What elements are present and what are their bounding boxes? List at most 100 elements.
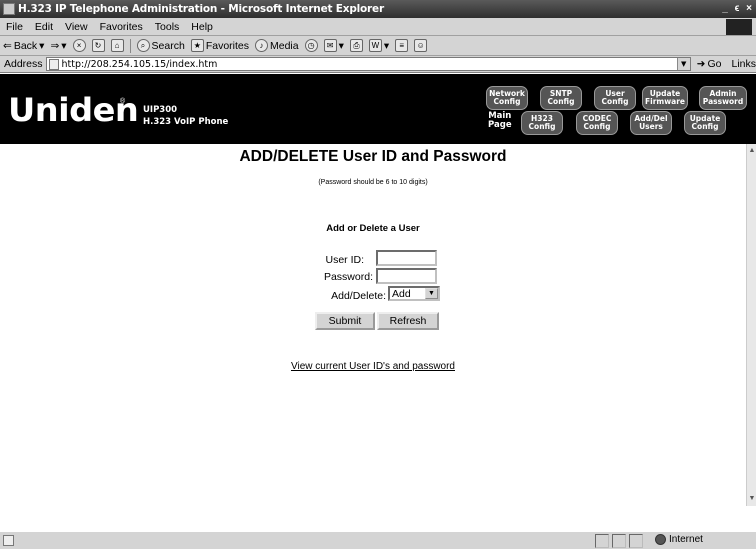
toolbar-separator xyxy=(129,38,131,53)
menu-help[interactable]: Help xyxy=(185,21,219,33)
model-number: UIP300 xyxy=(143,105,178,115)
forward-button[interactable]: ⇒ ▾ xyxy=(47,40,69,52)
go-arrow-icon: ➜ xyxy=(696,58,706,70)
restore-button[interactable]: ϵ xyxy=(732,2,742,15)
status-panel xyxy=(629,534,643,548)
mail-icon: ✉ xyxy=(323,39,337,52)
search-icon: ⌕ xyxy=(136,39,150,52)
refresh-icon: ↻ xyxy=(91,39,105,52)
password-note: (Password should be 6 to 10 digits) xyxy=(318,179,428,186)
window-titlebar: H.323 IP Telephone Administration - Micr… xyxy=(0,0,756,18)
back-label: Back xyxy=(13,39,38,52)
back-arrow-icon: ⇐ xyxy=(3,39,12,52)
chevron-down-icon: ▼ xyxy=(425,288,438,299)
discuss-icon: ≡ xyxy=(395,39,409,52)
links-button[interactable]: Links xyxy=(731,58,756,70)
print-button[interactable]: ⎙ xyxy=(347,39,366,52)
nav-sntp-config[interactable]: SNTP Config xyxy=(540,86,582,110)
close-button[interactable]: × xyxy=(744,2,754,15)
refresh-button[interactable]: Refresh xyxy=(377,312,439,330)
refresh-browser-button[interactable]: ↻ xyxy=(89,39,108,52)
model-info: UIP300 H.323 VoIP Phone xyxy=(143,104,228,128)
nav-codec-config[interactable]: CODEC Config xyxy=(576,111,618,135)
stop-icon: × xyxy=(72,39,86,52)
zone-label: Internet xyxy=(669,534,703,545)
menu-favorites[interactable]: Favorites xyxy=(94,21,149,33)
menu-view[interactable]: View xyxy=(59,21,94,33)
user-id-input[interactable] xyxy=(376,250,437,266)
mail-button[interactable]: ✉ ▾ xyxy=(321,39,347,52)
go-label: Go xyxy=(707,58,722,70)
address-bar: Address http://208.254.105.15/index.htm … xyxy=(0,56,756,73)
window-title: H.323 IP Telephone Administration - Micr… xyxy=(18,3,384,15)
browser-toolbar: ⇐ Back ▾ ⇒ ▾ × ↻ ⌂ ⌕ Search ★ Favorites … xyxy=(0,36,756,56)
page-title: ADD/DELETE User ID and Password xyxy=(239,148,507,165)
uniden-logo: Uniden xyxy=(8,91,139,129)
scroll-down-icon[interactable]: ▼ xyxy=(747,494,756,504)
nav-admin-password[interactable]: Admin Password xyxy=(699,86,747,110)
window-controls: _ ϵ × xyxy=(720,2,754,15)
user-id-label: User ID: xyxy=(325,254,364,266)
menu-bar: File Edit View Favorites Tools Help xyxy=(0,18,756,36)
nav-update-firmware[interactable]: Update Firmware xyxy=(642,86,688,110)
add-delete-label: Add/Delete: xyxy=(331,290,386,302)
add-delete-select[interactable]: Add ▼ xyxy=(388,286,440,301)
home-icon: ⌂ xyxy=(110,39,124,52)
status-bar: Internet xyxy=(0,531,756,549)
model-description: H.323 VoIP Phone xyxy=(143,117,229,127)
password-input[interactable] xyxy=(376,268,437,284)
messenger-icon: ☺ xyxy=(414,39,428,52)
page-content: ADD/DELETE User ID and Password (Passwor… xyxy=(0,144,746,506)
home-button[interactable]: ⌂ xyxy=(108,39,127,52)
forward-dropdown-icon: ▾ xyxy=(61,39,67,52)
discuss-button[interactable]: ≡ xyxy=(392,39,411,52)
history-button[interactable]: ◷ xyxy=(302,39,321,52)
submit-button[interactable]: Submit xyxy=(315,312,375,330)
favorites-label: Favorites xyxy=(205,39,249,52)
nav-main-page[interactable]: Main Page xyxy=(488,112,512,130)
menu-edit[interactable]: Edit xyxy=(29,21,59,33)
search-button[interactable]: ⌕ Search xyxy=(134,39,188,52)
media-icon: ♪ xyxy=(255,39,268,52)
page-icon xyxy=(48,58,59,70)
windows-logo-icon xyxy=(726,19,752,35)
uniden-banner: Uniden ® UIP300 H.323 VoIP Phone Network… xyxy=(0,74,756,144)
nav-update-config[interactable]: Update Config xyxy=(684,111,726,135)
nav-add-del-users[interactable]: Add/Del Users xyxy=(630,111,672,135)
print-icon: ⎙ xyxy=(349,39,363,52)
page-status-icon xyxy=(3,535,14,546)
word-icon: W xyxy=(368,39,382,52)
go-button[interactable]: ➜ Go xyxy=(697,58,722,70)
status-panel xyxy=(595,534,609,548)
media-button[interactable]: ♪ Media xyxy=(252,39,302,52)
menu-file[interactable]: File xyxy=(0,21,29,33)
section-title: Add or Delete a User xyxy=(326,223,420,234)
search-label: Search xyxy=(151,39,185,52)
address-dropdown-icon[interactable]: ▼ xyxy=(676,58,690,70)
mail-dropdown-icon: ▾ xyxy=(338,39,344,52)
nav-user-config[interactable]: User Config xyxy=(594,86,636,110)
media-label: Media xyxy=(270,39,299,52)
favorites-icon: ★ xyxy=(190,39,204,52)
minimize-button[interactable]: _ xyxy=(720,2,730,15)
status-panel xyxy=(612,534,626,548)
nav-h323-config[interactable]: H323 Config xyxy=(521,111,563,135)
nav-network-config[interactable]: Network Config xyxy=(486,86,528,110)
view-users-link[interactable]: View current User ID's and password xyxy=(0,361,746,372)
edit-dropdown-icon: ▾ xyxy=(383,39,390,52)
messenger-button[interactable]: ☺ xyxy=(411,39,430,52)
add-delete-value: Add xyxy=(392,287,411,300)
vertical-scrollbar[interactable]: ▲ ▼ xyxy=(746,144,756,506)
address-label: Address xyxy=(4,58,43,70)
scroll-up-icon[interactable]: ▲ xyxy=(747,146,756,156)
back-button[interactable]: ⇐ Back ▾ xyxy=(0,40,47,52)
edit-button[interactable]: W ▾ xyxy=(366,39,392,52)
ie-app-icon[interactable] xyxy=(3,3,15,15)
globe-icon xyxy=(655,534,666,545)
security-zone: Internet xyxy=(655,534,703,545)
address-input[interactable]: http://208.254.105.15/index.htm ▼ xyxy=(45,57,691,71)
back-dropdown-icon: ▾ xyxy=(39,39,45,52)
favorites-button[interactable]: ★ Favorites xyxy=(188,39,252,52)
stop-button[interactable]: × xyxy=(70,39,89,52)
menu-tools[interactable]: Tools xyxy=(149,21,186,33)
